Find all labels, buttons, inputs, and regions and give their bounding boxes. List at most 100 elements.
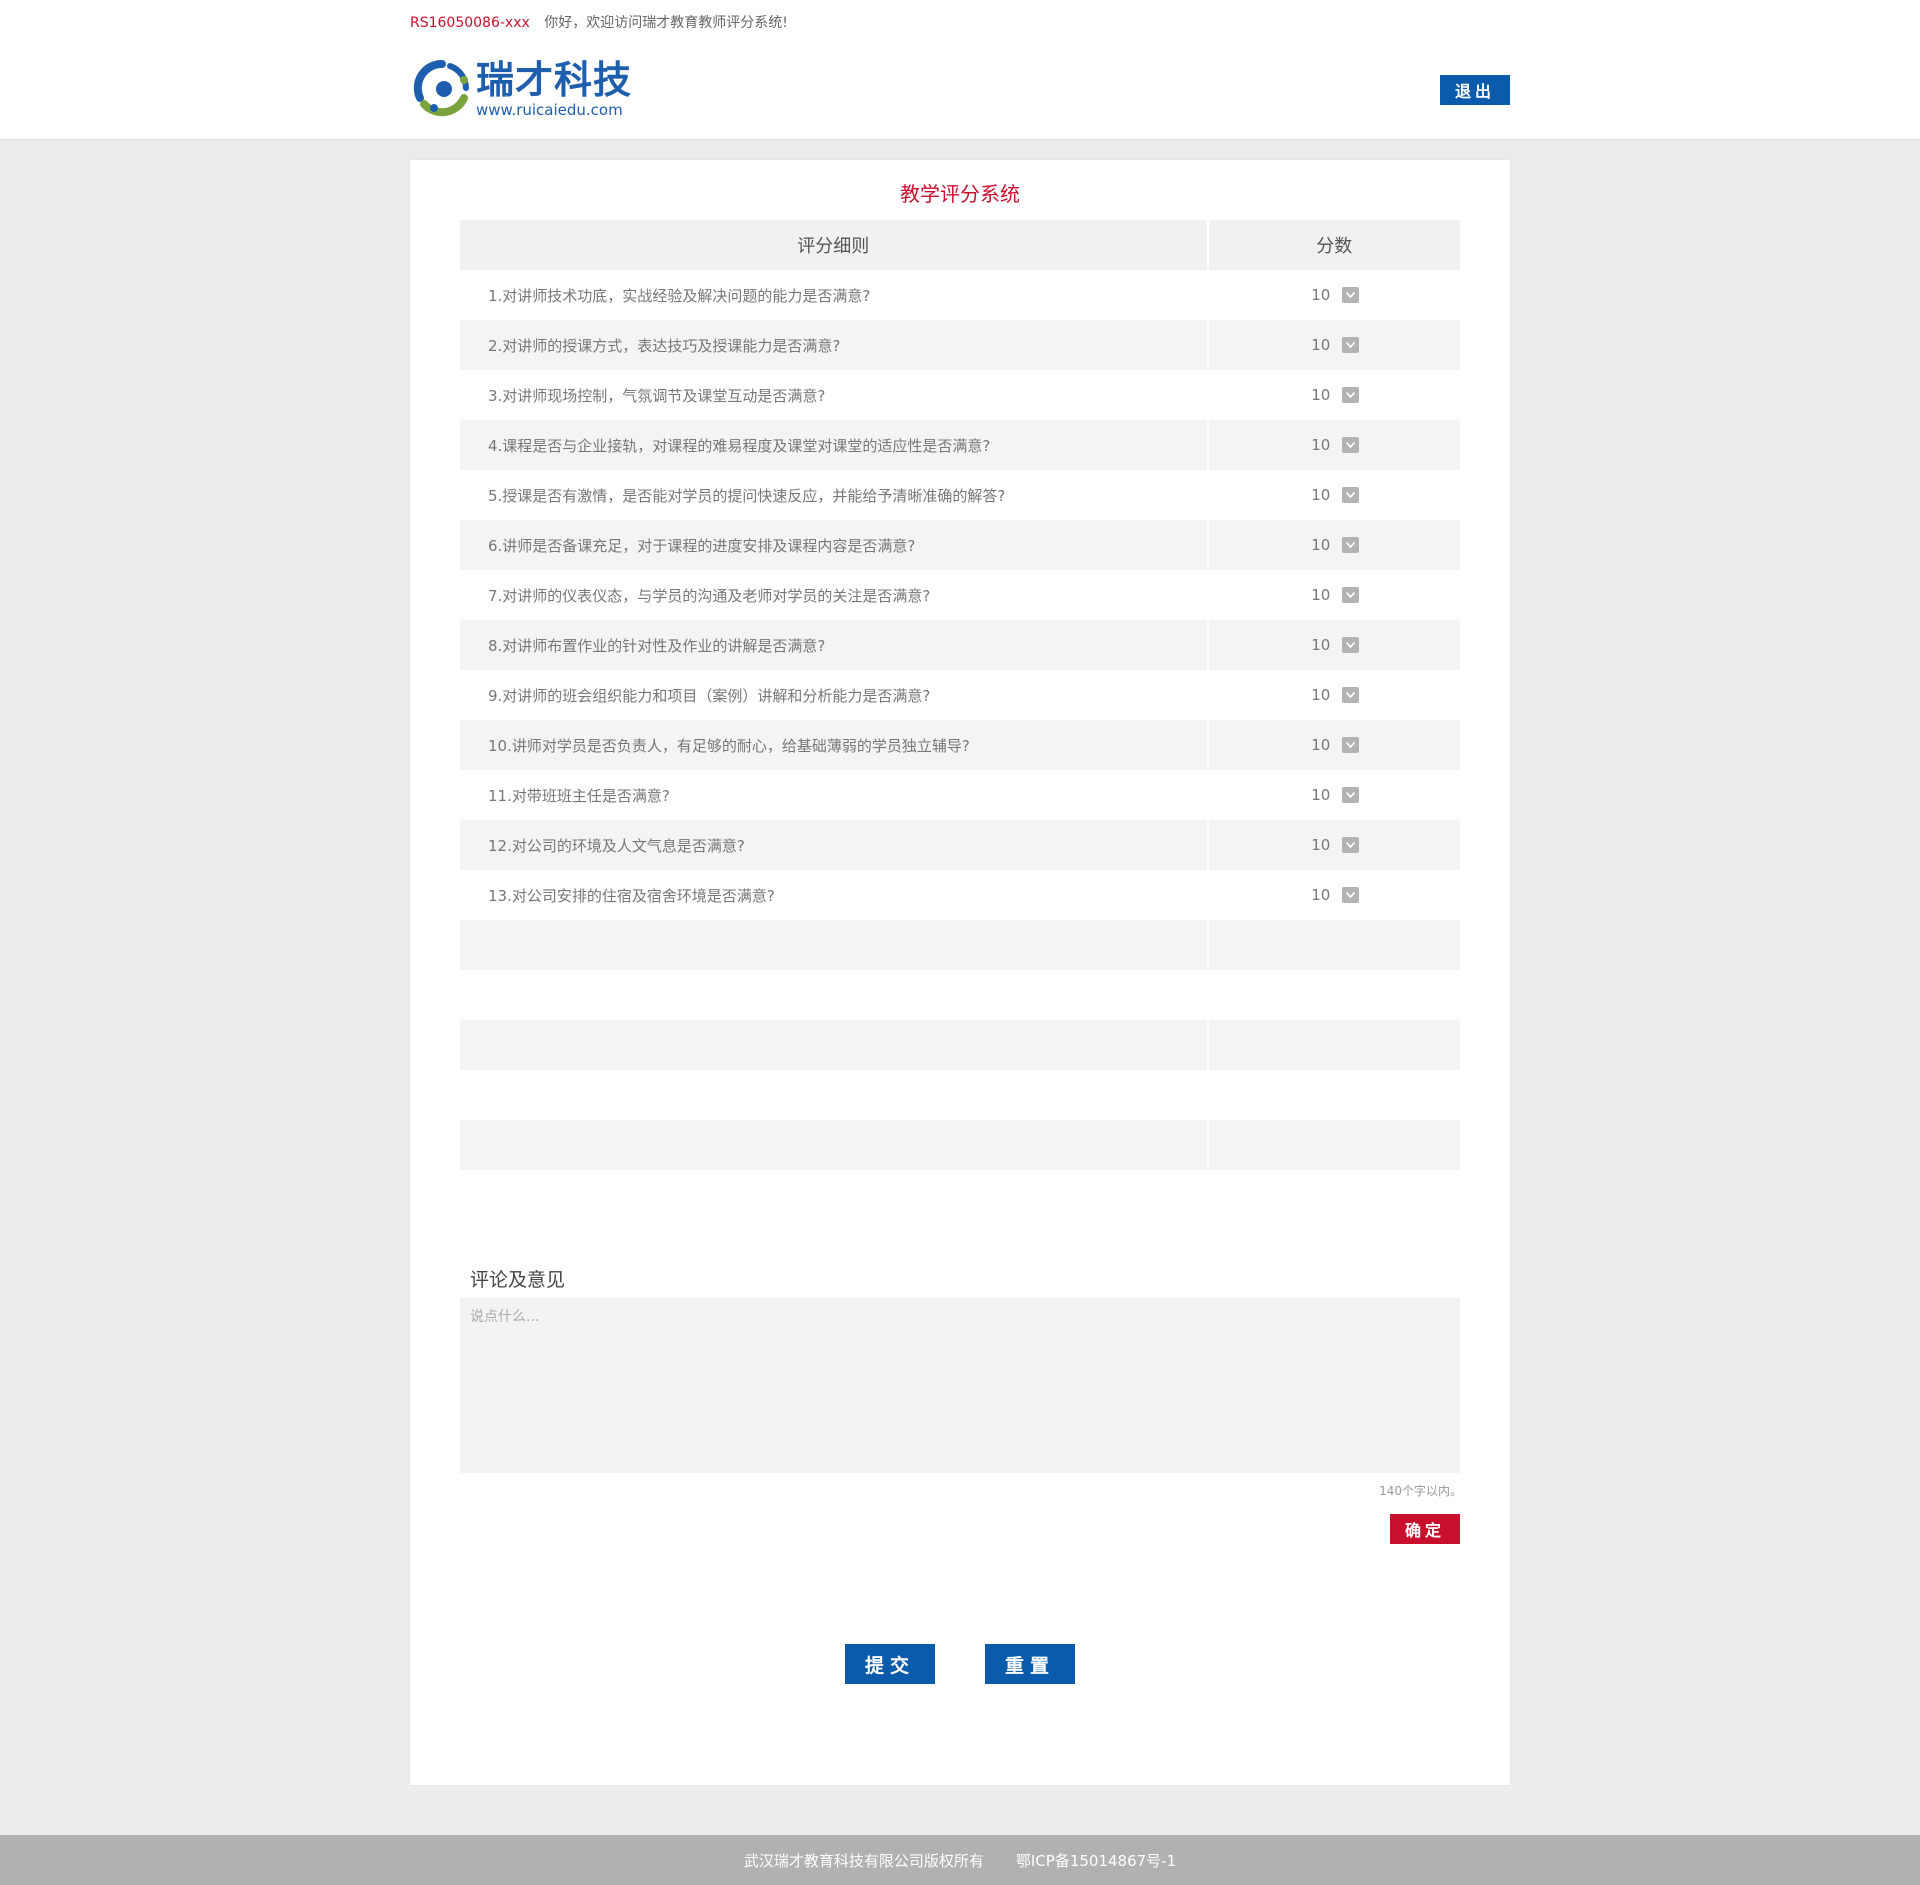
top-header: RS16050086-xxx 你好，欢迎访问瑞才教育教师评分系统! 瑞才科技 w…	[0, 0, 1920, 140]
submit-button[interactable]: 提交	[845, 1644, 935, 1684]
chevron-down-icon[interactable]	[1342, 837, 1360, 853]
empty-row	[460, 1070, 1460, 1120]
criteria-text: 8.对讲师布置作业的针对性及作业的讲解是否满意?	[460, 620, 1207, 670]
chevron-down-icon[interactable]	[1342, 287, 1360, 303]
criteria-text	[460, 970, 1207, 1020]
table-row: 5.授课是否有激情，是否能对学员的提问快速反应，并能给予清晰准确的解答? 10	[460, 470, 1460, 520]
page-title: 教学评分系统	[900, 182, 1020, 206]
score-select[interactable]: 10	[1309, 436, 1360, 454]
score-select[interactable]: 10	[1309, 686, 1360, 704]
score-select[interactable]: 10	[1309, 536, 1360, 554]
logo-url: www.ruicaiedu.com	[476, 101, 623, 119]
score-value: 10	[1311, 886, 1331, 904]
table-row: 2.对讲师的授课方式，表达技巧及授课能力是否满意? 10	[460, 320, 1460, 370]
table-row: 7.对讲师的仪表仪态，与学员的沟通及老师对学员的关注是否满意? 10	[460, 570, 1460, 620]
criteria-text	[460, 1020, 1207, 1070]
criteria-text: 5.授课是否有激情，是否能对学员的提问快速反应，并能给予清晰准确的解答?	[488, 486, 1006, 505]
table-row: 11.对带班班主任是否满意? 10	[460, 770, 1460, 820]
table-row: 6.讲师是否备课充足，对于课程的进度安排及课程内容是否满意? 10	[460, 520, 1460, 570]
logout-button[interactable]: 退出	[1440, 75, 1510, 105]
chevron-down-icon[interactable]	[1342, 587, 1360, 603]
score-value: 10	[1311, 786, 1331, 804]
criteria-text: 10.讲师对学员是否负责人，有足够的耐心，给基础薄弱的学员独立辅导?	[460, 720, 1207, 770]
score-select[interactable]: 10	[1309, 386, 1360, 404]
score-select[interactable]: 10	[1309, 486, 1360, 504]
score-cell	[1208, 1020, 1460, 1070]
score-cell: 10	[1208, 720, 1460, 770]
score-cell: 10	[1209, 670, 1460, 720]
score-value: 10	[1311, 536, 1331, 554]
score-select[interactable]: 10	[1309, 636, 1360, 654]
score-value: 10	[1311, 286, 1331, 304]
score-value: 10	[1311, 386, 1331, 404]
score-cell: 10	[1208, 520, 1460, 570]
table-row: 12.对公司的环境及人文气息是否满意? 10	[460, 820, 1460, 870]
table-row: 13.对公司安排的住宿及宿舍环境是否满意? 10	[460, 870, 1460, 920]
score-value: 10	[1311, 586, 1331, 604]
logo-name: 瑞才科技	[476, 58, 633, 102]
empty-row	[460, 970, 1460, 1020]
score-select[interactable]: 10	[1309, 286, 1360, 304]
greeting-bar: RS16050086-xxx 你好，欢迎访问瑞才教育教师评分系统!	[410, 12, 788, 32]
icp-text: 鄂ICP备15014867号-1	[1015, 1851, 1177, 1870]
criteria-text: 11.对带班班主任是否满意?	[488, 786, 670, 805]
user-id: RS16050086-xxx	[410, 15, 530, 31]
score-value: 10	[1311, 636, 1331, 654]
score-cell: 10	[1209, 470, 1460, 520]
criteria-text: 7.对讲师的仪表仪态，与学员的沟通及老师对学员的关注是否满意?	[488, 586, 931, 605]
score-cell: 10	[1209, 770, 1460, 820]
chevron-down-icon[interactable]	[1342, 687, 1360, 703]
chevron-down-icon[interactable]	[1342, 887, 1360, 903]
chevron-down-icon[interactable]	[1342, 787, 1360, 803]
table-header: 评分细则 分数	[460, 220, 1460, 270]
score-value: 10	[1311, 436, 1331, 454]
chevron-down-icon[interactable]	[1342, 337, 1360, 353]
score-cell: 10	[1208, 620, 1460, 670]
score-cell: 10	[1208, 420, 1460, 470]
chevron-down-icon[interactable]	[1342, 487, 1360, 503]
reset-button[interactable]: 重置	[985, 1644, 1075, 1684]
score-cell: 10	[1208, 320, 1460, 370]
criteria-text: 2.对讲师的授课方式，表达技巧及授课能力是否满意?	[460, 320, 1207, 370]
score-select[interactable]: 10	[1309, 836, 1360, 854]
score-select[interactable]: 10	[1309, 736, 1360, 754]
criteria-text: 9.对讲师的班会组织能力和项目（案例）讲解和分析能力是否满意?	[488, 686, 931, 705]
score-table: 评分细则 分数 1.对讲师技术功底，实战经验及解决问题的能力是否满意? 10 2.对…	[460, 220, 1460, 1170]
chevron-down-icon[interactable]	[1342, 737, 1360, 753]
score-select[interactable]: 10	[1309, 886, 1360, 904]
table-row: 8.对讲师布置作业的针对性及作业的讲解是否满意? 10	[460, 620, 1460, 670]
empty-row	[460, 1020, 1460, 1070]
score-value: 10	[1311, 486, 1331, 504]
rating-card: 教学评分系统 评分细则 分数 1.对讲师技术功底，实战经验及解决问题的能力是否满…	[410, 160, 1510, 1785]
score-select[interactable]: 10	[1309, 786, 1360, 804]
criteria-text: 6.讲师是否备课充足，对于课程的进度安排及课程内容是否满意?	[460, 520, 1207, 570]
table-row: 9.对讲师的班会组织能力和项目（案例）讲解和分析能力是否满意? 10	[460, 670, 1460, 720]
criteria-text: 1.对讲师技术功底，实战经验及解决问题的能力是否满意?	[488, 286, 871, 305]
criteria-text: 4.课程是否与企业接轨，对课程的难易程度及课堂对课堂的适应性是否满意?	[460, 420, 1207, 470]
footer: 武汉瑞才教育科技有限公司版权所有 鄂ICP备15014867号-1	[0, 1835, 1920, 1885]
chevron-down-icon[interactable]	[1342, 437, 1360, 453]
score-select[interactable]: 10	[1309, 586, 1360, 604]
logo-icon	[412, 58, 472, 120]
score-value: 10	[1311, 736, 1331, 754]
criteria-text: 13.对公司安排的住宿及宿舍环境是否满意?	[488, 886, 775, 905]
chevron-down-icon[interactable]	[1342, 537, 1360, 553]
confirm-button[interactable]: 确定	[1390, 1514, 1460, 1544]
empty-row	[460, 920, 1460, 970]
criteria-text	[460, 1070, 1207, 1120]
criteria-text: 12.对公司的环境及人文气息是否满意?	[460, 820, 1207, 870]
score-cell	[1209, 970, 1460, 1020]
criteria-text	[460, 1120, 1207, 1170]
chevron-down-icon[interactable]	[1342, 637, 1360, 653]
score-cell: 10	[1209, 270, 1460, 320]
score-value: 10	[1311, 336, 1331, 354]
comment-label: 评论及意见	[470, 1269, 566, 1291]
copyright-text: 武汉瑞才教育科技有限公司版权所有	[743, 1851, 984, 1870]
comment-input[interactable]	[460, 1298, 1460, 1473]
criteria-text	[460, 920, 1207, 970]
chevron-down-icon[interactable]	[1342, 387, 1360, 403]
score-cell	[1209, 1070, 1460, 1120]
logo[interactable]: 瑞才科技 www.ruicaiedu.com	[412, 58, 632, 120]
score-select[interactable]: 10	[1309, 336, 1360, 354]
score-cell	[1208, 920, 1460, 970]
